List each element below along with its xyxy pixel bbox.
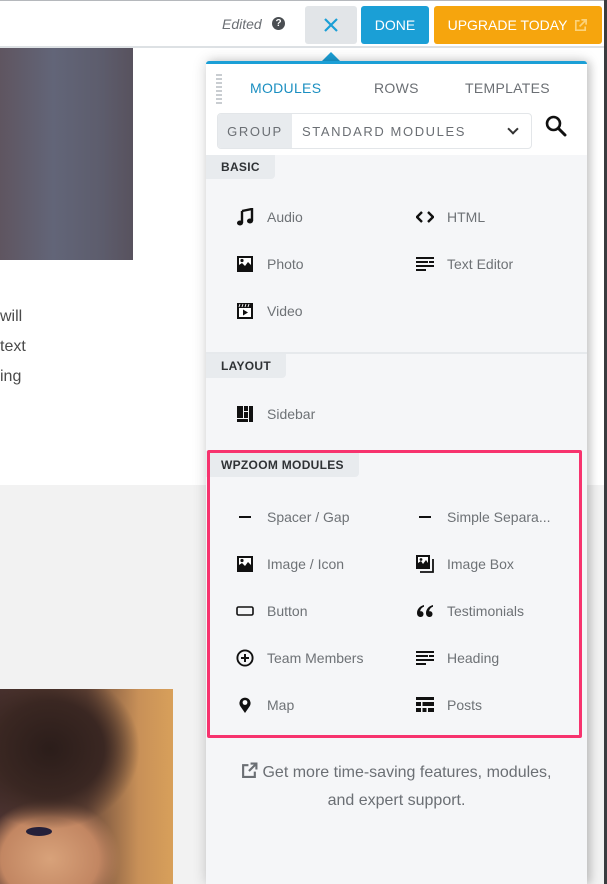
section-title: BASIC xyxy=(206,155,275,179)
question-circle-icon[interactable]: ? xyxy=(272,17,285,30)
section-wpzoom-modules: WPZOOM MODULES Spacer / Gap Simple Separ… xyxy=(206,451,581,736)
module-label: Image Box xyxy=(447,555,514,572)
background-photo-top xyxy=(0,48,133,260)
builder-topbar: Edited ? DONE UPGRADE TODAY xyxy=(0,0,607,48)
tab-modules[interactable]: MODULES xyxy=(250,80,321,96)
module-team-members[interactable]: Team Members xyxy=(235,634,415,681)
video-clapper-icon xyxy=(237,302,253,319)
done-button[interactable]: DONE xyxy=(361,6,429,44)
module-label: Heading xyxy=(447,649,500,666)
module-label: Text Editor xyxy=(447,255,514,272)
background-photo-portrait xyxy=(0,689,173,884)
background-text-line: will xyxy=(0,308,23,325)
close-button[interactable] xyxy=(305,6,357,44)
module-photo[interactable]: Photo xyxy=(235,240,415,287)
button-rect-icon xyxy=(236,605,254,616)
code-icon xyxy=(416,210,434,223)
background-text: will text ing xyxy=(0,302,60,392)
photo-icon xyxy=(237,255,253,272)
panel-pointer xyxy=(322,52,340,61)
close-x-icon xyxy=(324,18,338,32)
module-text-editor[interactable]: Text Editor xyxy=(415,240,595,287)
module-label: Testimonials xyxy=(447,602,525,619)
module-audio[interactable]: Audio xyxy=(235,193,415,240)
module-image-icon[interactable]: Image / Icon xyxy=(235,540,415,587)
background-text-line: text xyxy=(0,338,26,355)
photo-icon xyxy=(237,555,253,572)
module-video[interactable]: Video xyxy=(235,287,415,334)
minus-icon xyxy=(239,515,251,518)
module-sidebar[interactable]: Sidebar xyxy=(235,390,415,437)
promo-line-1: Get more time-saving features, modules, xyxy=(262,764,552,781)
module-html[interactable]: HTML xyxy=(415,193,595,240)
group-label: GROUP xyxy=(218,114,292,148)
panel-tabs: MODULES ROWS TEMPLATES xyxy=(206,80,587,100)
search-icon xyxy=(545,115,567,137)
module-label: Sidebar xyxy=(267,405,316,422)
upgrade-today-button[interactable]: UPGRADE TODAY xyxy=(434,6,602,44)
edited-status: Edited xyxy=(222,16,262,32)
module-simple-separator[interactable]: Simple Separa... xyxy=(415,493,595,540)
group-value[interactable]: STANDARD MODULES xyxy=(292,114,531,148)
plus-circle-icon xyxy=(236,648,254,667)
module-label: Button xyxy=(267,602,308,619)
posts-grid-icon xyxy=(416,696,434,712)
module-label: Simple Separa... xyxy=(447,508,551,525)
module-label: Photo xyxy=(267,255,304,272)
quote-icon xyxy=(417,604,433,617)
portrait-eye xyxy=(26,827,52,836)
section-title: LAYOUT xyxy=(206,354,287,378)
image-stack-icon xyxy=(416,554,434,573)
search-button[interactable] xyxy=(544,114,570,140)
chevron-down-icon xyxy=(507,123,519,135)
module-label: Image / Icon xyxy=(267,555,345,572)
tab-templates[interactable]: TEMPLATES xyxy=(465,80,550,96)
sidebar-layout-icon xyxy=(237,405,253,422)
upgrade-promo[interactable]: Get more time-saving features, modules, … xyxy=(206,736,587,815)
external-link-icon xyxy=(575,18,588,31)
module-label: Spacer / Gap xyxy=(267,508,350,525)
module-posts[interactable]: Posts xyxy=(415,681,595,728)
upgrade-button-label: UPGRADE TODAY xyxy=(447,17,568,33)
section-layout: LAYOUT Sidebar xyxy=(206,352,587,451)
external-link-icon xyxy=(242,762,258,778)
module-testimonials[interactable]: Testimonials xyxy=(415,587,595,634)
module-button[interactable]: Button xyxy=(235,587,415,634)
section-title: WPZOOM MODULES xyxy=(206,453,359,477)
module-label: Audio xyxy=(267,208,303,225)
done-button-label: DONE xyxy=(374,17,416,33)
map-pin-icon xyxy=(239,697,251,713)
music-note-icon xyxy=(237,207,254,225)
group-select[interactable]: GROUP STANDARD MODULES xyxy=(217,113,532,149)
panel-header: MODULES ROWS TEMPLATES GROUP STANDARD MO… xyxy=(206,64,587,155)
section-basic: BASIC Audio HTML Photo Text Editor Video xyxy=(206,155,587,352)
module-label: Posts xyxy=(447,696,483,713)
background-text-line: ing xyxy=(0,368,22,385)
module-spacer-gap[interactable]: Spacer / Gap xyxy=(235,493,415,540)
text-align-icon xyxy=(416,256,434,271)
group-selected-value: STANDARD MODULES xyxy=(302,123,467,139)
module-label: Team Members xyxy=(267,649,364,666)
module-label: Video xyxy=(267,302,303,319)
promo-line-2: and expert support. xyxy=(327,792,466,809)
module-image-box[interactable]: Image Box xyxy=(415,540,595,587)
content-panel: MODULES ROWS TEMPLATES GROUP STANDARD MO… xyxy=(206,61,587,884)
module-label: HTML xyxy=(447,208,486,225)
minus-icon xyxy=(419,515,431,518)
module-label: Map xyxy=(267,696,295,713)
text-align-icon xyxy=(416,650,434,665)
module-map[interactable]: Map xyxy=(235,681,415,728)
module-heading[interactable]: Heading xyxy=(415,634,595,681)
tab-rows[interactable]: ROWS xyxy=(374,80,419,96)
